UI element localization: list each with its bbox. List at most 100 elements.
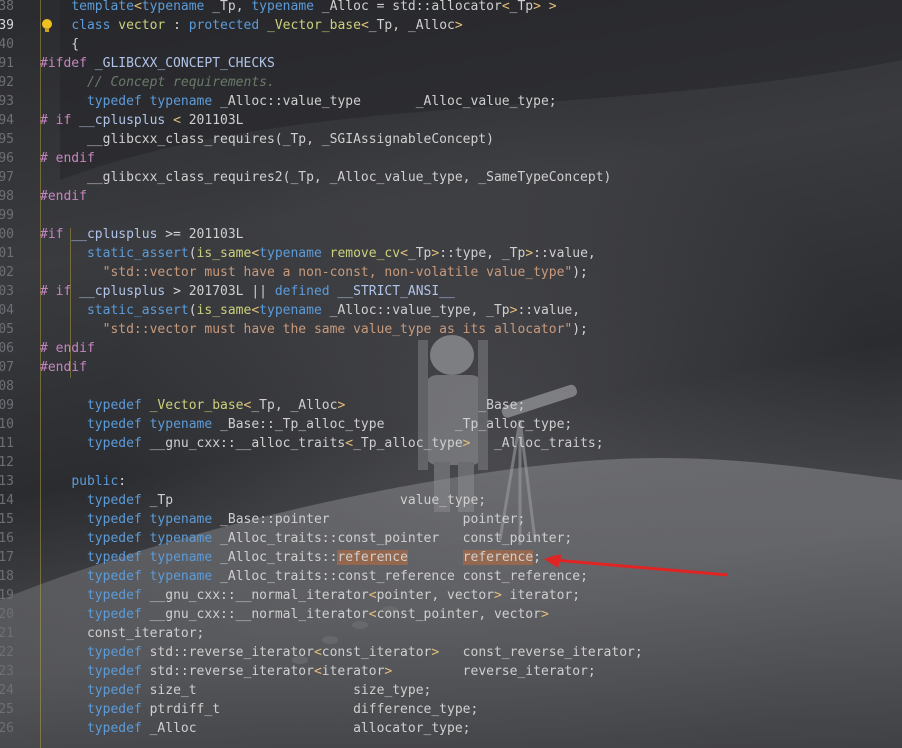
line-number: 08 xyxy=(0,379,14,394)
line-number: 98 xyxy=(0,189,14,204)
code-token: < xyxy=(173,113,181,128)
code-token: ; xyxy=(533,550,541,565)
code-line[interactable]: class vector : protected _Vector_base<_T… xyxy=(40,16,463,35)
code-line[interactable]: const_iterator; xyxy=(40,624,204,643)
code-token: # if xyxy=(40,113,72,128)
code-token: const_iterator xyxy=(321,645,432,660)
code-token: typedef xyxy=(86,683,142,698)
code-line[interactable]: typedef __gnu_cxx::__alloc_traits<_Tp_al… xyxy=(40,434,604,453)
code-line[interactable]: __glibcxx_class_requires2(_Tp, _Alloc_va… xyxy=(40,168,611,187)
code-line[interactable]: typedef typename _Base::_Tp_alloc_type _… xyxy=(40,415,572,434)
code-token: #if xyxy=(40,227,64,242)
line-number: 92 xyxy=(0,75,14,90)
code-token: std::reverse_iterator xyxy=(141,645,314,660)
code-line[interactable]: "std::vector must have the same value_ty… xyxy=(40,320,588,339)
code-line[interactable]: typedef std::reverse_iterator<iterator> … xyxy=(40,662,596,681)
code-token: ptrdiff_t difference_type; xyxy=(141,702,479,717)
code-line[interactable]: __glibcxx_class_requires(_Tp, _SGIAssign… xyxy=(40,130,494,149)
code-token: // Concept requirements. xyxy=(86,75,275,90)
code-editor[interactable]: 38 39 40 91 92 93 94 95 96 97 98 99 00 01 02 03 04 05 06 07… xyxy=(0,0,902,748)
code-token: typedef xyxy=(86,398,142,413)
code-line[interactable]: # endif xyxy=(40,339,95,358)
code-token: typedef xyxy=(86,645,142,660)
code-token: typedef xyxy=(86,702,142,717)
code-line[interactable]: #endif xyxy=(40,187,87,206)
code-token: typedef xyxy=(86,721,142,736)
code-line[interactable]: template<typename _Tp, typename _Alloc =… xyxy=(40,0,556,16)
code-line[interactable]: typedef typename _Base::pointer pointer; xyxy=(40,510,525,529)
code-line[interactable]: typedef _Alloc allocator_type; xyxy=(40,719,471,738)
code-line[interactable]: typedef typename _Alloc_traits::referenc… xyxy=(40,548,541,567)
line-number: 03 xyxy=(0,284,14,299)
code-token: ::type, _Tp xyxy=(439,246,526,261)
code-line[interactable]: typedef size_t size_type; xyxy=(40,681,431,700)
code-token: typename xyxy=(149,512,213,527)
line-number: 10 xyxy=(0,417,14,432)
code-token: typename xyxy=(259,303,322,318)
code-line[interactable]: # if __cplusplus > 201703L || defined __… xyxy=(40,282,455,301)
code-line[interactable]: public: xyxy=(40,472,126,491)
code-line[interactable]: typedef __gnu_cxx::__normal_iterator<con… xyxy=(40,605,549,624)
code-line[interactable]: #endif xyxy=(40,358,87,377)
code-line[interactable]: static_assert(is_same<typename remove_cv… xyxy=(40,244,596,263)
line-number: 16 xyxy=(0,531,14,546)
code-token: _Tp value_type; xyxy=(141,493,487,508)
code-token: ); xyxy=(572,265,588,280)
code-line[interactable]: typedef _Vector_base<_Tp, _Alloc> _Base; xyxy=(40,396,525,415)
code-token: _Base; xyxy=(345,398,526,413)
code-line[interactable]: static_assert(is_same<typename _Alloc::v… xyxy=(40,301,580,320)
code-line[interactable]: typedef typename _Alloc_traits::const_re… xyxy=(40,567,588,586)
code-token: _GLIBCXX_CONCEPT_CHECKS xyxy=(86,56,275,71)
code-token: 201103L xyxy=(180,227,244,242)
code-token: typename xyxy=(149,531,213,546)
code-line[interactable]: #ifdef _GLIBCXX_CONCEPT_CHECKS xyxy=(40,54,275,73)
code-token: __cplusplus xyxy=(71,113,174,128)
code-token: # if xyxy=(40,284,72,299)
code-token: __STRICT_ANSI__ xyxy=(329,284,455,299)
code-line[interactable]: typedef typename _Alloc::value_type _All… xyxy=(40,92,557,111)
code-line[interactable]: typedef typename _Alloc_traits::const_po… xyxy=(40,529,572,548)
code-line[interactable]: # if __cplusplus < 201103L xyxy=(40,111,244,130)
code-token: _Base::pointer pointer; xyxy=(212,512,526,527)
code-line[interactable]: typedef __gnu_cxx::__normal_iterator<poi… xyxy=(40,586,580,605)
code-line[interactable]: #if __cplusplus >= 201103L xyxy=(40,225,244,244)
line-number: 24 xyxy=(0,683,14,698)
code-token: iterator xyxy=(321,664,385,679)
code-token: __glibcxx_class_requires2(_Tp, _Alloc_va… xyxy=(40,170,612,185)
code-token: typedef xyxy=(86,607,142,622)
code-token: _Tp, _Alloc xyxy=(251,398,338,413)
code-token: public xyxy=(71,474,119,489)
code-line[interactable]: "std::vector must have a non-const, non-… xyxy=(40,263,588,282)
line-number: 07 xyxy=(0,360,14,375)
code-line[interactable]: // Concept requirements. xyxy=(40,73,275,92)
code-token: > xyxy=(493,588,502,603)
code-token: > xyxy=(454,18,463,33)
line-number-gutter[interactable]: 38 39 40 91 92 93 94 95 96 97 98 99 00 01 02 03 04 05 06 07… xyxy=(0,0,40,748)
code-line[interactable]: typedef ptrdiff_t difference_type; xyxy=(40,700,478,719)
line-number: 21 xyxy=(0,626,14,641)
code-token: __gnu_cxx::__normal_iterator xyxy=(141,607,369,622)
code-token: is_same xyxy=(196,303,252,318)
code-line[interactable]: # endif xyxy=(40,149,95,168)
line-number: 99 xyxy=(0,208,14,223)
code-line[interactable]: typedef std::reverse_iterator<const_iter… xyxy=(40,643,643,662)
code-token: typedef xyxy=(86,569,142,584)
code-token: _Alloc_traits:: xyxy=(212,550,338,565)
code-line[interactable]: { xyxy=(40,35,79,54)
line-number: 15 xyxy=(0,512,14,527)
code-token: typedef xyxy=(86,417,142,432)
code-line[interactable]: typedef _Tp value_type; xyxy=(40,491,486,510)
